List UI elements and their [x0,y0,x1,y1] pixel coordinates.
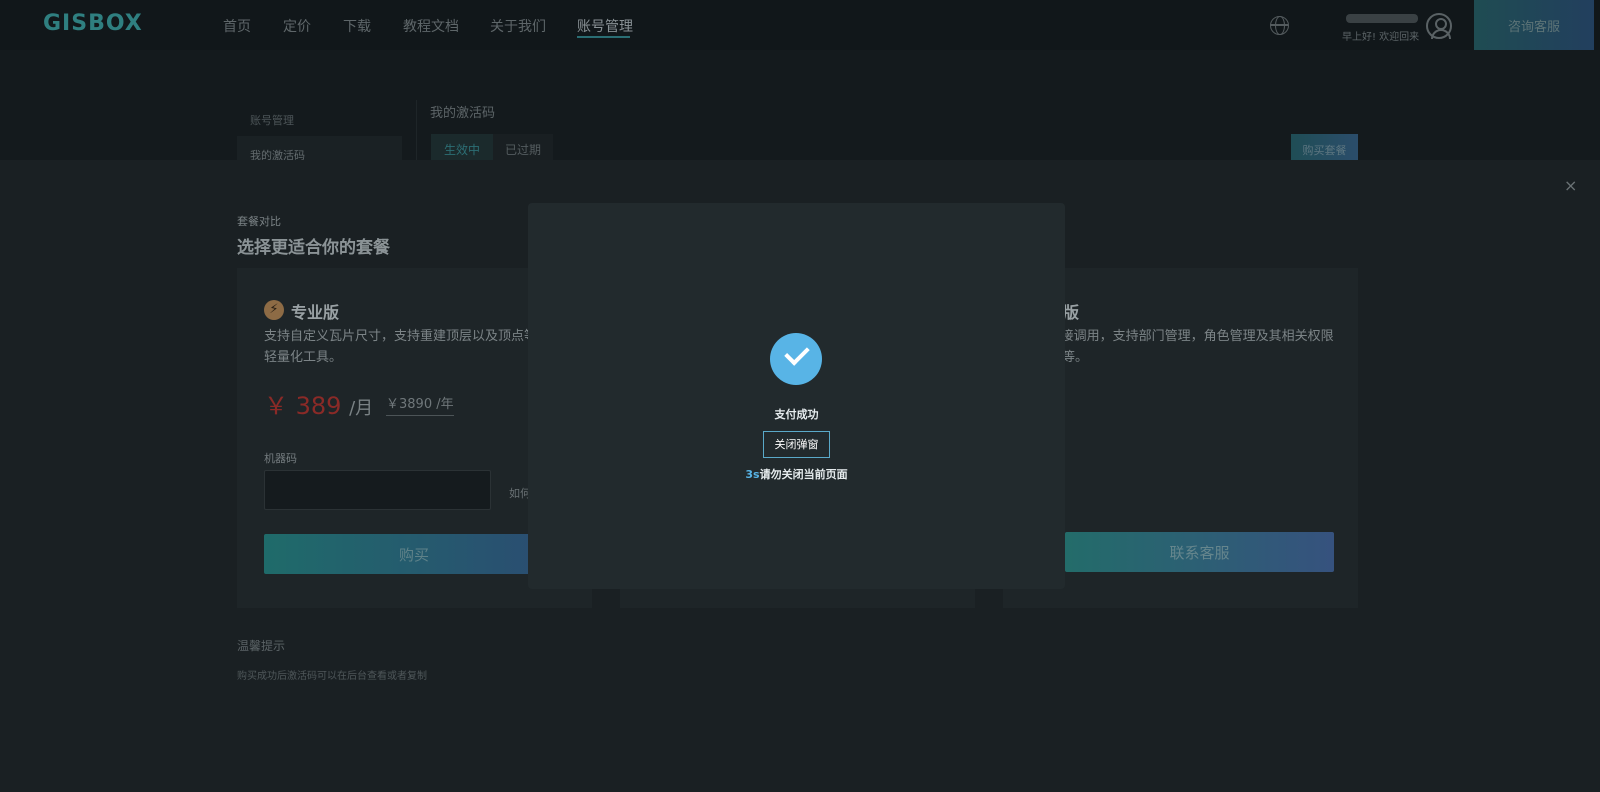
drawer-title: 选择更适合你的套餐 [237,238,390,258]
tips-title: 温馨提示 [237,639,286,653]
countdown-number: 3s [745,468,760,481]
drawer-subtitle: 套餐对比 [237,215,281,228]
plan-name: 专业版 [291,303,340,322]
buy-package-button[interactable]: 购买套餐 [1291,134,1358,162]
greeting-text: 早上好! 欢迎回来 [1342,32,1420,43]
contact-service-button[interactable]: 联系客服 [1065,532,1334,572]
nav-account[interactable]: 账号管理 [577,16,633,36]
plan-description: PI直接调用，支持部门管理，角色管理及其相关权限管理等。 [1036,329,1334,365]
nav-pricing[interactable]: 定价 [283,16,311,36]
username-blurred [1346,14,1418,23]
yearly-price[interactable]: ￥3890 /年 [386,393,454,416]
top-nav: GISBOX 首页 定价 下载 教程文档 关于我们 账号管理 早上好! 欢迎回来… [0,0,1600,50]
plan-description: 支持自定义瓦片尺寸，支持重建顶层以及顶点等模型轻量化工具。 [264,329,564,365]
tab-active[interactable]: 生效中 [431,134,493,162]
nav-download[interactable]: 下载 [343,16,371,36]
price-unit: /月 [349,398,374,419]
close-icon[interactable]: × [1564,176,1577,195]
check-circle-icon [770,333,822,385]
close-popup-button[interactable]: 关闭弹窗 [763,431,830,458]
buy-button[interactable]: 购买 [264,534,564,574]
countdown-message: 请勿关闭当前页面 [759,468,848,481]
monthly-price: ￥ 389 /月 [264,386,373,421]
consult-button[interactable]: 咨询客服 [1474,0,1594,50]
payment-success-modal: 支付成功 关闭弹窗 3s请勿关闭当前页面 [528,203,1065,589]
nav-about[interactable]: 关于我们 [490,16,546,36]
nav-home[interactable]: 首页 [223,16,251,36]
tab-expired[interactable]: 已过期 [493,134,553,162]
nav-docs[interactable]: 教程文档 [403,16,459,36]
countdown-text: 3s请勿关闭当前页面 [528,466,1065,482]
tips-text: 购买成功后激活码可以在后台查看或者复制 [237,671,427,682]
currency-symbol: ￥ [264,392,288,420]
divider [416,100,417,160]
machine-code-label: 机器码 [264,452,297,465]
globe-icon[interactable] [1270,16,1289,35]
page-heading: 我的激活码 [430,106,496,121]
nav-active-indicator [577,36,630,38]
sidebar-title: 账号管理 [250,114,294,127]
lightning-icon: ⚡ [264,300,284,320]
user-avatar-icon[interactable] [1426,13,1452,39]
gisbox-logo[interactable]: GISBOX [43,11,143,36]
price-value: 389 [295,392,342,420]
payment-status: 支付成功 [774,408,819,421]
machine-code-input[interactable] [264,470,491,510]
